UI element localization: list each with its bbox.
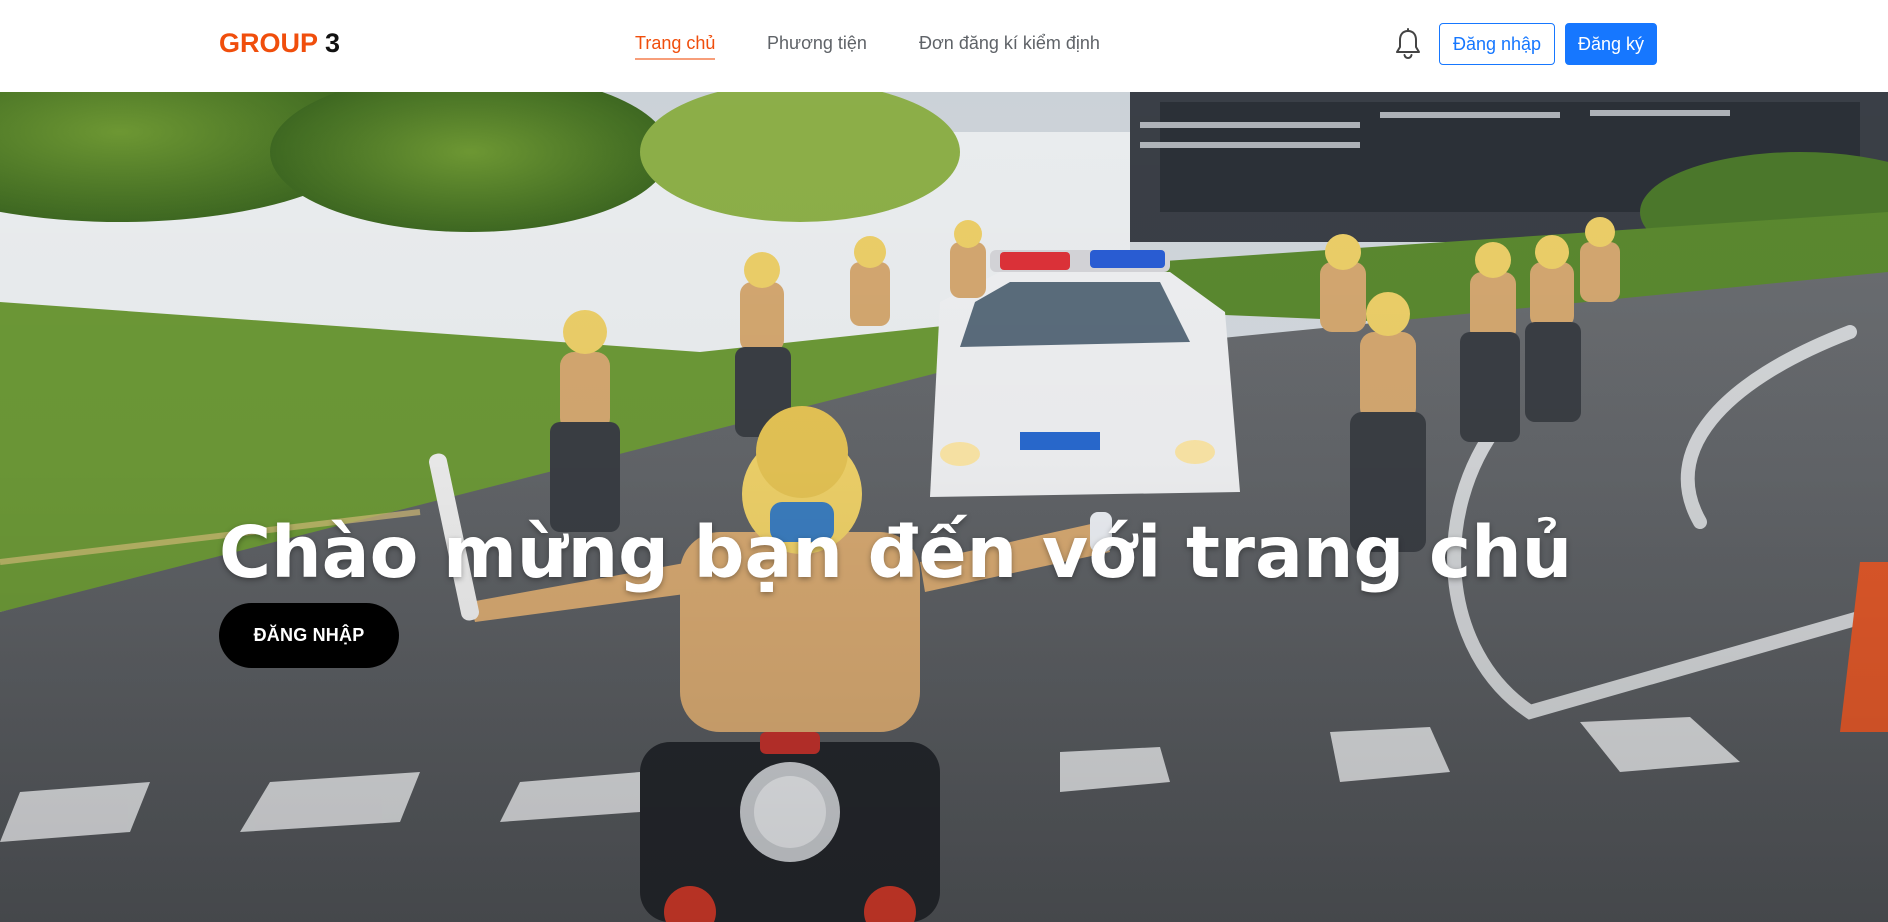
nav-item-vehicles[interactable]: Phương tiện bbox=[767, 30, 867, 56]
nav-item-home[interactable]: Trang chủ bbox=[635, 30, 716, 60]
hero-overlay bbox=[0, 92, 1888, 922]
nav-item-inspection-registration[interactable]: Đơn đăng kí kiểm định bbox=[919, 30, 1100, 56]
signup-button[interactable]: Đăng ký bbox=[1565, 23, 1657, 65]
logo-number-text: 3 bbox=[317, 28, 341, 58]
hero-title: Chào mừng bạn đến với trang chủ bbox=[219, 511, 1573, 594]
top-navbar: GROUP 3 Trang chủ Phương tiện Đơn đăng k… bbox=[0, 0, 1888, 92]
hero-banner: Chào mừng bạn đến với trang chủ ĐĂNG NHẬ… bbox=[0, 92, 1888, 922]
brand-logo[interactable]: GROUP 3 bbox=[219, 26, 340, 60]
bell-icon[interactable] bbox=[1394, 28, 1422, 60]
login-button[interactable]: Đăng nhập bbox=[1439, 23, 1555, 65]
hero-login-button[interactable]: ĐĂNG NHẬP bbox=[219, 603, 399, 668]
logo-accent-text: GROUP bbox=[219, 28, 318, 58]
